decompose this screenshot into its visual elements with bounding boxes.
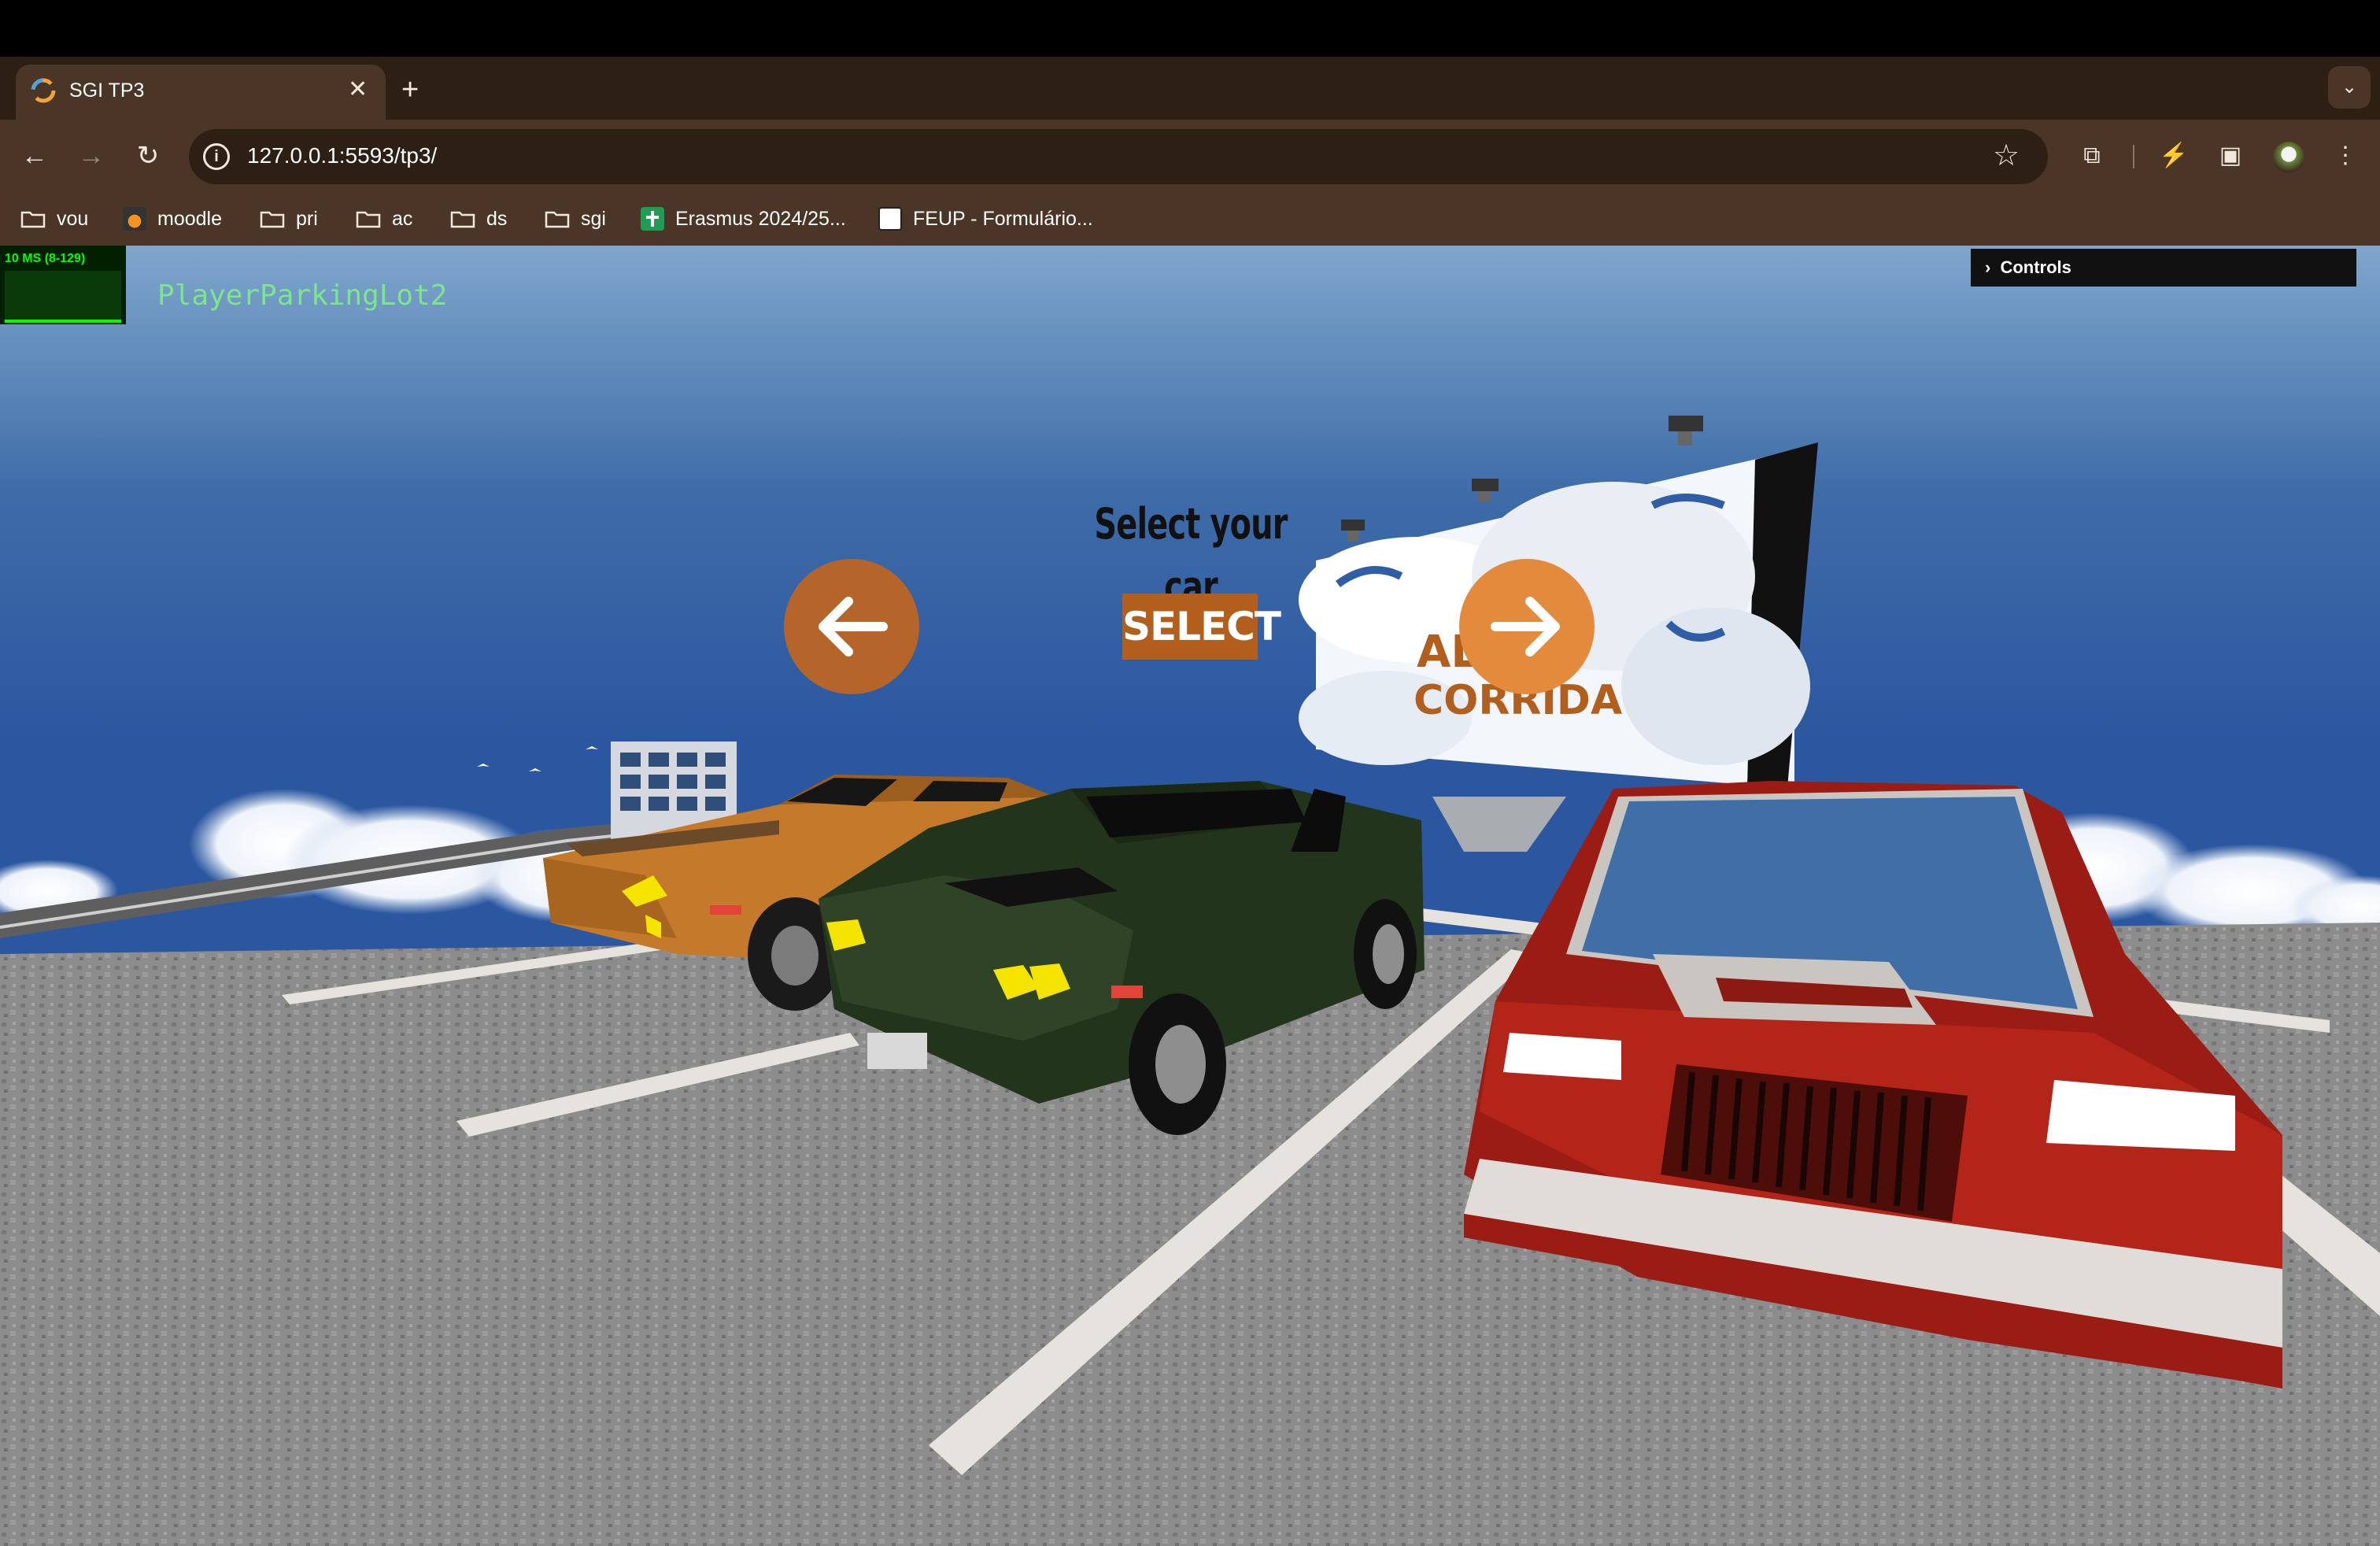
green-doc-icon (641, 207, 664, 231)
folder-icon (356, 209, 381, 228)
arrow-right-icon (1491, 597, 1560, 656)
address-bar[interactable] (189, 129, 2048, 184)
bookmark-label: Erasmus 2024/25... (675, 207, 846, 230)
window-top-bar (0, 0, 2380, 57)
previous-car-button[interactable] (784, 559, 919, 694)
arrow-left-icon (819, 597, 888, 656)
fps-stats-graph (5, 271, 121, 323)
bookmark-erasmus[interactable]: Erasmus 2024/25... (641, 205, 846, 233)
next-car-button[interactable] (1459, 559, 1595, 694)
webgl-viewport[interactable]: AL CORRIDA (0, 246, 2380, 1546)
tab-title: SGI TP3 (69, 80, 145, 102)
bookmark-sgi[interactable]: sgi (545, 205, 606, 233)
controls-label: Controls (2000, 257, 2071, 277)
controls-panel-toggle[interactable]: › Controls (1971, 249, 2356, 287)
bookmark-pri[interactable]: pri (260, 205, 318, 233)
bookmark-label: sgi (581, 207, 606, 230)
bookmark-vou[interactable]: vou (20, 205, 88, 233)
tab-search-icon[interactable]: ⌄ (2328, 66, 2371, 109)
feup-icon (878, 207, 902, 231)
bookmark-star-icon[interactable]: ☆ (1993, 139, 2020, 173)
performance-icon[interactable]: ⚡ (2158, 140, 2190, 172)
back-icon[interactable]: ← (14, 135, 55, 176)
forward-icon[interactable]: → (71, 135, 112, 176)
folder-icon (260, 209, 285, 228)
folder-icon (545, 209, 570, 228)
toolbar-separator (2133, 145, 2134, 168)
url-text[interactable]: 127.0.0.1:5593/tp3/ (247, 142, 437, 170)
bookmark-label: ac (392, 207, 413, 230)
folder-icon (20, 209, 46, 228)
app-favicon-icon (31, 78, 56, 103)
scene-name-label: PlayerParkingLot2 (157, 279, 448, 312)
site-info-icon[interactable]: i (203, 143, 230, 170)
new-tab-icon[interactable]: + (401, 72, 419, 107)
bookmark-moodle[interactable]: moodle (123, 205, 222, 233)
chevron-right-icon: › (1985, 257, 1991, 277)
scene-render: AL CORRIDA (0, 246, 2380, 1546)
bookmark-label: ds (486, 207, 508, 230)
bookmark-label: pri (296, 207, 318, 230)
bookmark-feup[interactable]: FEUP - Formulário... (878, 205, 1093, 233)
fps-stats-text: 10 MS (8-129) (5, 252, 86, 265)
bookmark-label: vou (57, 207, 89, 230)
bookmark-ac[interactable]: ac (356, 205, 412, 233)
extensions-icon[interactable]: ⧉ (2076, 140, 2108, 172)
tab-close-icon[interactable]: ✕ (348, 76, 368, 103)
moodle-icon (123, 207, 146, 231)
reload-icon[interactable]: ↻ (128, 135, 168, 176)
bookmark-label: FEUP - Formulário... (913, 207, 1093, 230)
bookmark-label: moodle (157, 207, 222, 230)
folder-icon (450, 209, 475, 228)
select-button[interactable]: SELECT (1122, 594, 1281, 660)
menu-icon[interactable]: ⋮ (2330, 140, 2361, 172)
side-panel-icon[interactable]: ▣ (2215, 140, 2246, 172)
profile-avatar[interactable] (2273, 142, 2304, 173)
bookmark-ds[interactable]: ds (450, 205, 507, 233)
